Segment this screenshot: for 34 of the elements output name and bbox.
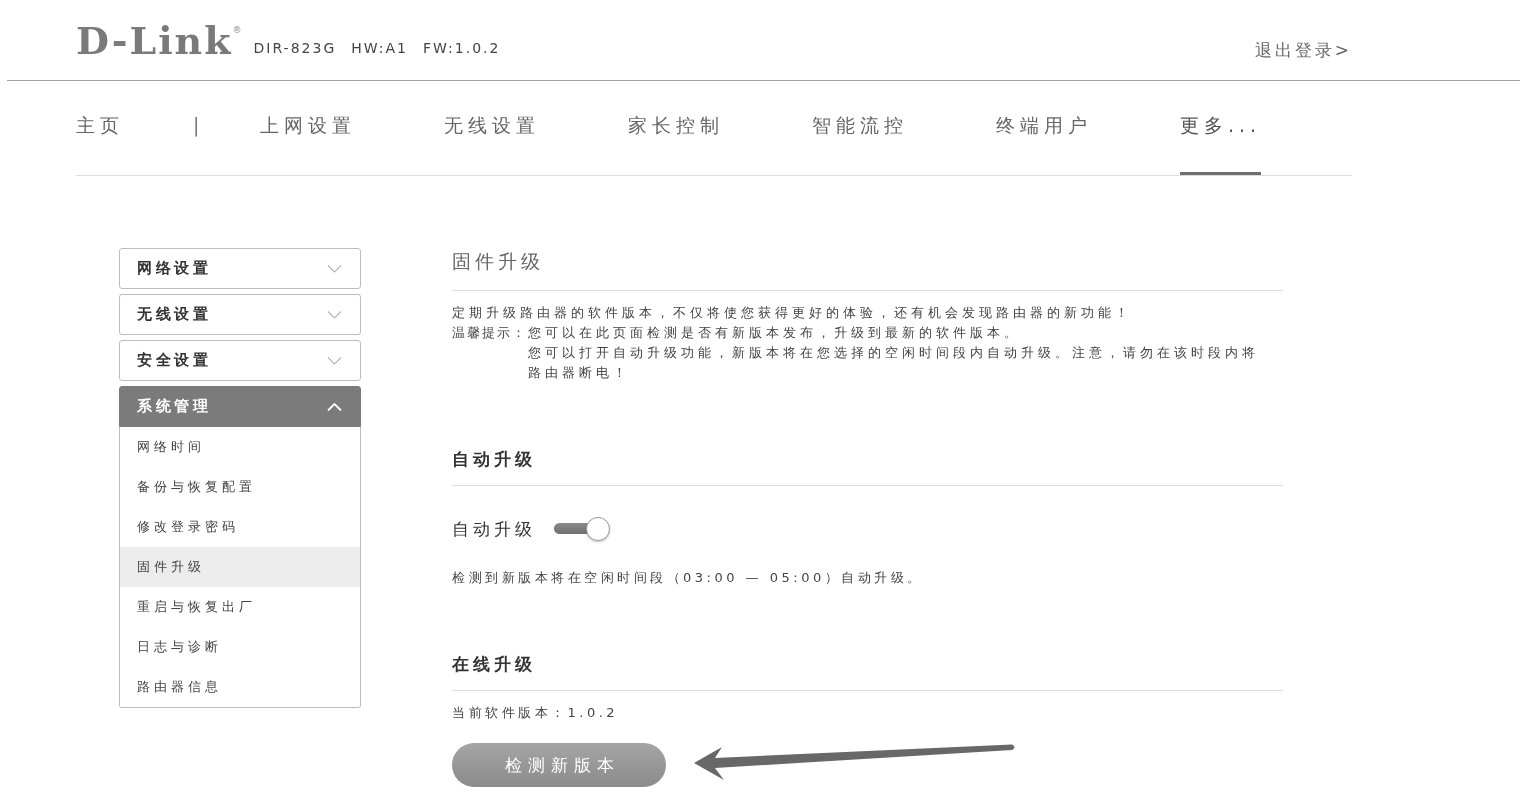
chevron-down-icon <box>327 264 342 273</box>
device-info: HW:A1 <box>351 41 408 55</box>
intro-text: 定期升级路由器的软件版本，不仅将使您获得更好的体验，还有机会发现路由器的新功能！ <box>452 304 1133 322</box>
schedule-note: 检测到新版本将在空闲时间段（03:00 — 05:00）自动升级。 <box>452 569 925 587</box>
version-text: 当前软件版本：1.0.2 <box>452 704 620 722</box>
logout-link[interactable]: 退出登录> <box>1254 42 1352 59</box>
sidebar-group-header[interactable]: 无线设置 <box>119 294 361 335</box>
registered-mark: ® <box>232 26 242 35</box>
nav-separator: | <box>193 113 200 139</box>
nav-tab[interactable]: 家长控制 <box>628 113 724 175</box>
section-heading: 在线升级 <box>452 654 536 674</box>
toggle-switch[interactable] <box>554 517 610 541</box>
chevron-down-icon <box>327 310 342 319</box>
tip-text: 您可以打开自动升级功能，新版本将在您选择的空闲时间段内自动升级。注意，请勿在该时段内将路由器断电！ <box>528 344 1260 382</box>
device-info: FW:1.0.2 <box>423 41 501 55</box>
section-heading: 自动升级 <box>452 449 536 469</box>
nav-tab[interactable]: 终端用户 <box>996 113 1092 175</box>
chevron-up-icon <box>327 402 342 411</box>
page-title: 固件升级 <box>452 250 544 272</box>
tip-text: 您可以在此页面检测是否有新版本发布，升级到最新的软件版本。 <box>528 324 1022 342</box>
tip-label: 温馨提示： <box>452 324 528 342</box>
nav-tab[interactable]: 主页 <box>76 113 124 175</box>
sidebar-group-header[interactable]: 系统管理 <box>119 386 361 427</box>
brand-logo: D-Link <box>76 22 233 60</box>
nav-tab[interactable]: 无线设置 <box>444 113 540 175</box>
toggle-label: 自动升级 <box>452 518 536 541</box>
nav-tab[interactable]: 上网设置 <box>260 113 356 175</box>
device-info: DIR-823G <box>253 41 337 55</box>
sidebar-group-header[interactable]: 网络设置 <box>119 248 361 289</box>
sidebar-item[interactable]: 固件升级 <box>120 547 360 587</box>
nav-tab[interactable]: 智能流控 <box>812 113 908 175</box>
chevron-down-icon <box>327 356 342 365</box>
sidebar-group-header[interactable]: 安全设置 <box>119 340 361 381</box>
nav-tab[interactable]: 更多... <box>1180 113 1262 175</box>
